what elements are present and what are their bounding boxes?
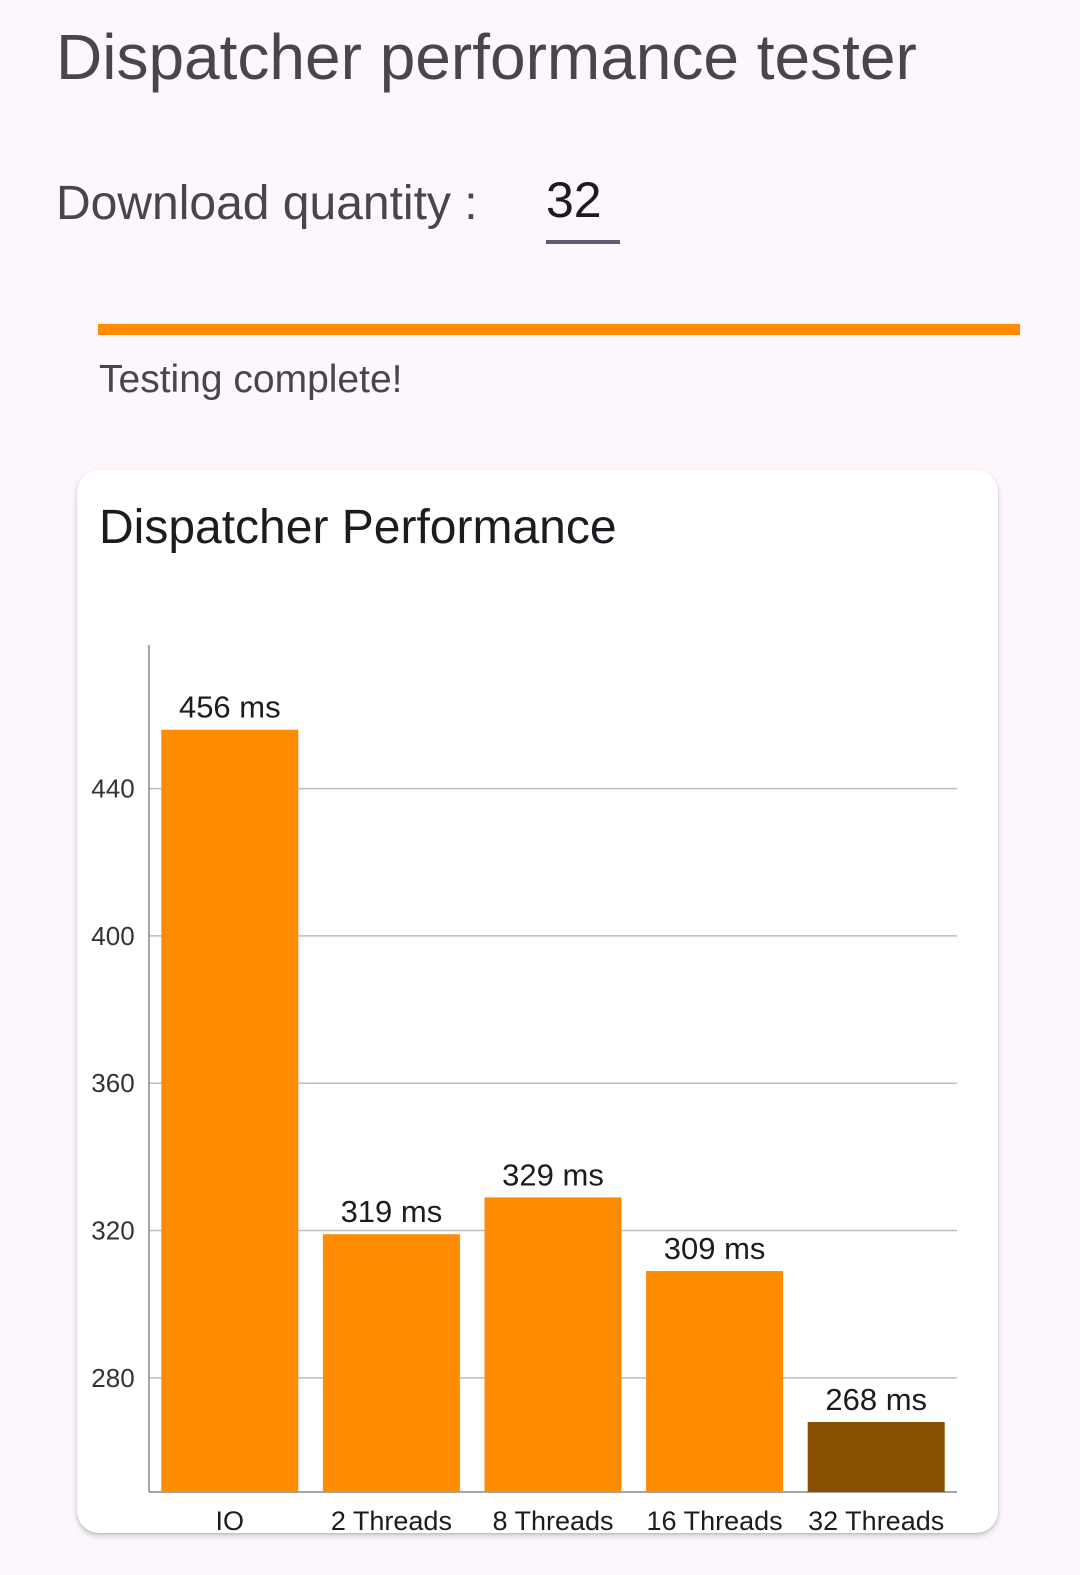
bar-chart: 280 320 360 400 440 456 ms IO 319 ms 2 Threads 32… [91, 645, 957, 1533]
download-quantity-label: Download quantity : [56, 177, 478, 230]
x-category-label: 32 Threads [808, 1506, 944, 1533]
x-category-label: 8 Threads [492, 1506, 613, 1533]
y-tick-label: 400 [91, 921, 134, 951]
bar [484, 1197, 622, 1492]
progress-bar [98, 324, 1020, 335]
bar [646, 1271, 784, 1492]
bar [161, 729, 299, 1492]
status-text: Testing complete! [99, 358, 403, 401]
y-tick-label: 320 [91, 1216, 134, 1246]
y-tick-label: 360 [91, 1068, 134, 1098]
bar-value-label: 319 ms [341, 1194, 443, 1229]
page-title: Dispatcher performance tester [56, 21, 917, 93]
x-category-label: 2 Threads [331, 1506, 452, 1533]
download-quantity-input[interactable] [546, 170, 620, 244]
bar-value-label: 309 ms [664, 1231, 766, 1266]
bar [807, 1422, 945, 1492]
bar [322, 1234, 460, 1492]
y-tick-label: 280 [91, 1363, 134, 1393]
chart-card: Dispatcher Performance 280 320 360 400 440 45… [77, 470, 998, 1533]
bar-value-label: 268 ms [825, 1382, 927, 1417]
bar-value-label: 329 ms [502, 1157, 604, 1192]
bar-value-label: 456 ms [179, 690, 281, 725]
x-category-label: 16 Threads [647, 1506, 783, 1533]
x-category-label: IO [216, 1506, 245, 1533]
y-tick-label: 440 [91, 774, 134, 804]
progress-bar-fill [98, 324, 1020, 335]
